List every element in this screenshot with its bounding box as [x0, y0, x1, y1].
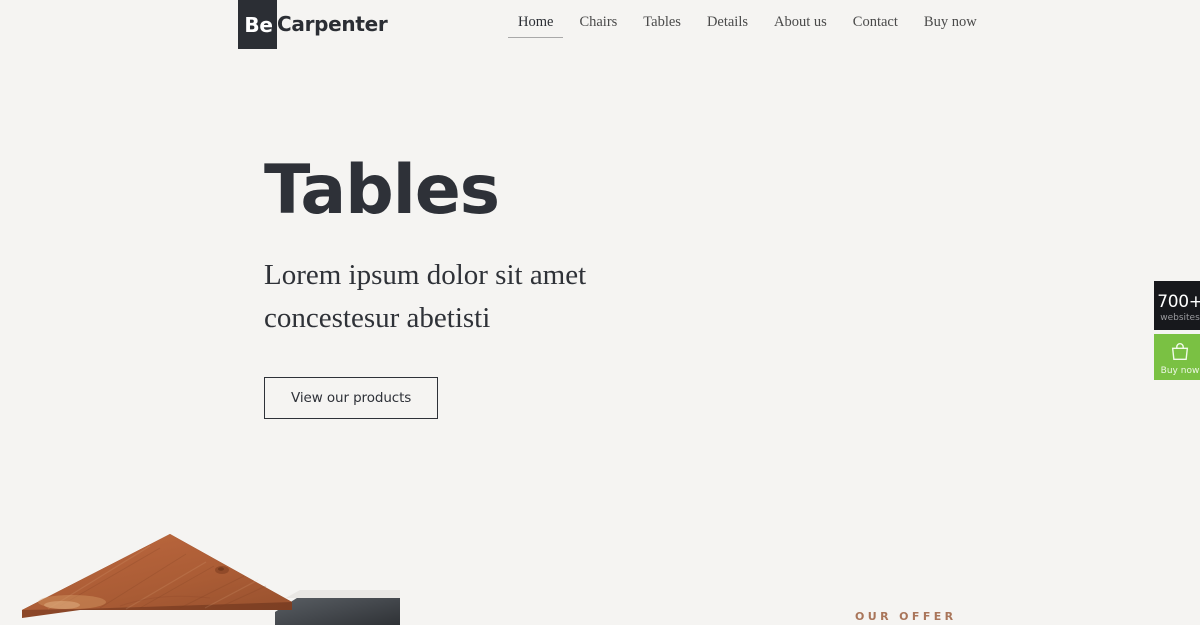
- site-header: Be Carpenter Home Chairs Tables Details …: [0, 0, 1200, 52]
- main-navigation: Home Chairs Tables Details About us Cont…: [505, 14, 990, 38]
- websites-count-number: 700+: [1157, 291, 1200, 312]
- floating-side-widgets: 700+ websites Buy now: [1154, 281, 1200, 380]
- nav-item-contact[interactable]: Contact: [840, 14, 911, 38]
- our-offer-eyebrow: OUR OFFER: [855, 610, 957, 623]
- buy-now-widget-label: Buy now: [1160, 366, 1200, 376]
- logo-wordmark: Carpenter: [277, 12, 388, 36]
- site-logo[interactable]: Be Carpenter: [238, 0, 388, 49]
- page-title: Tables: [264, 151, 500, 230]
- buy-now-widget[interactable]: Buy now: [1154, 334, 1200, 380]
- hero-subtitle: Lorem ipsum dolor sit amet concestesur a…: [264, 259, 587, 334]
- nav-item-about-us[interactable]: About us: [761, 14, 840, 38]
- nav-item-chairs[interactable]: Chairs: [566, 14, 630, 38]
- wood-slab: [22, 534, 292, 618]
- wooden-table-top-image: [0, 510, 400, 625]
- websites-count-widget[interactable]: 700+ websites: [1154, 281, 1200, 330]
- nav-item-buy-now[interactable]: Buy now: [911, 14, 990, 38]
- shopping-bag-icon: [1169, 341, 1191, 363]
- view-our-products-button[interactable]: View our products: [264, 377, 439, 419]
- nav-item-details[interactable]: Details: [694, 14, 761, 38]
- hero-section: Tables Lorem ipsum dolor sit amet conces…: [264, 150, 964, 419]
- nav-item-home[interactable]: Home: [505, 14, 566, 38]
- nav-item-tables[interactable]: Tables: [630, 14, 694, 38]
- websites-count-label: websites: [1160, 312, 1200, 323]
- slate-panel: [268, 590, 400, 625]
- logo-badge: Be: [238, 0, 277, 49]
